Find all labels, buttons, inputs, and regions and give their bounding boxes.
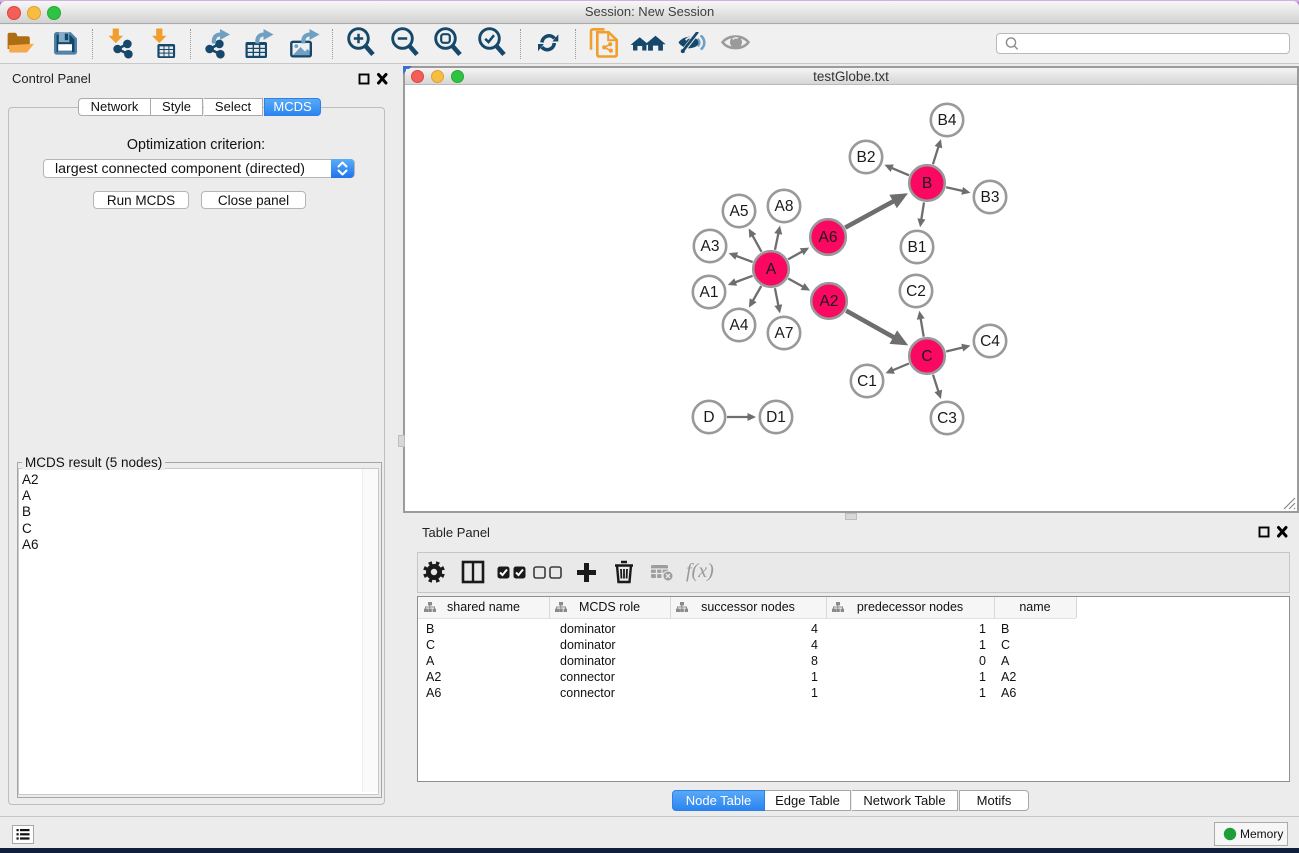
svg-text:A6: A6 bbox=[819, 229, 838, 246]
svg-text:C3: C3 bbox=[937, 410, 957, 427]
svg-text:A: A bbox=[766, 261, 777, 278]
svg-text:A1: A1 bbox=[700, 284, 719, 301]
svg-text:C4: C4 bbox=[980, 333, 1000, 350]
svg-text:B3: B3 bbox=[981, 189, 1000, 206]
svg-text:A8: A8 bbox=[775, 198, 794, 215]
svg-text:A5: A5 bbox=[730, 203, 749, 220]
svg-text:B: B bbox=[922, 175, 932, 192]
svg-text:A3: A3 bbox=[701, 238, 720, 255]
svg-text:B2: B2 bbox=[857, 149, 876, 166]
svg-text:A7: A7 bbox=[775, 325, 794, 342]
svg-text:A4: A4 bbox=[730, 317, 749, 334]
svg-text:D1: D1 bbox=[766, 409, 786, 426]
svg-text:B1: B1 bbox=[908, 239, 927, 256]
svg-text:A2: A2 bbox=[820, 293, 839, 310]
svg-text:D: D bbox=[703, 409, 714, 426]
svg-text:C2: C2 bbox=[906, 283, 926, 300]
svg-text:B4: B4 bbox=[938, 112, 957, 129]
svg-text:C: C bbox=[921, 348, 932, 365]
svg-text:C1: C1 bbox=[857, 373, 877, 390]
